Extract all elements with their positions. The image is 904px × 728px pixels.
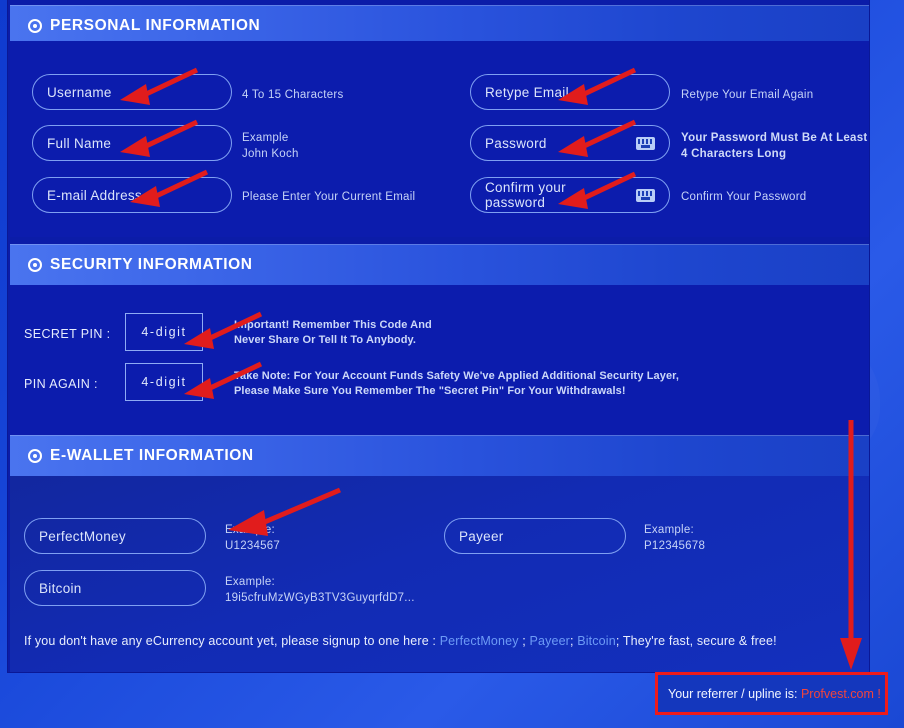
hint-line: Retype Your Email Again [681,89,814,101]
hint-line: 4 Characters Long [681,148,787,160]
payeer-hint: Example: P12345678 [644,522,705,554]
section-body-personal: Username 4 To 15 Characters Full Name Ex… [10,41,869,237]
section-title: SECURITY INFORMATION [50,256,253,273]
bitcoin-link[interactable]: Bitcoin [577,634,616,648]
fullname-input[interactable]: Full Name [32,125,232,161]
confirm-password-placeholder: Confirm your password [485,180,566,210]
hint-line: 4 To 15 Characters [242,89,344,101]
signup-page: PERSONAL INFORMATION Username 4 To 15 Ch… [0,0,904,728]
perfectmoney-link[interactable]: PerfectMoney [440,634,519,648]
circle-dot-icon [28,258,42,272]
hint-line: Example: [225,576,275,588]
bitcoin-hint: Example: 19i5cfruMzWGyB3TV3GuyqrfdD7... [225,574,415,606]
referrer-prefix: Your referrer / upline is: [668,686,801,701]
retype-email-input[interactable]: Retype Email [470,74,670,110]
note-line: Never Share Or Tell It To Anybody. [234,334,417,346]
secret-pin-label: SECRET PIN : [24,327,111,341]
circle-dot-icon [28,449,42,463]
hint-line: P12345678 [644,540,706,552]
password-placeholder: Password [485,135,547,151]
perfectmoney-placeholder: PerfectMoney [39,528,126,544]
secret-pin-input[interactable]: 4-digit [125,313,203,351]
hint-line: Confirm Your Password [681,191,807,203]
hint-line: Example: [644,524,694,536]
section-header-security: SECURITY INFORMATION [10,244,869,285]
fullname-hint: Example John Koch [242,130,299,162]
password-input[interactable]: Password [470,125,670,161]
hint-line: John Koch [242,148,299,160]
username-hint: 4 To 15 Characters [242,87,343,103]
email-input[interactable]: E-mail Address [32,177,232,213]
hint-line: Please Enter Your Current Email [242,191,416,203]
note-line: Take Note: For Your Account Funds Safety… [234,370,680,382]
note-line: Important! Remember This Code And [234,319,432,331]
referrer-text: Your referrer / upline is: Profvest.com … [668,687,881,701]
footer-text-before: If you don't have any eCurrency account … [24,634,440,648]
pin-again-label: PIN AGAIN : [24,377,98,391]
section-title: PERSONAL INFORMATION [50,17,261,34]
bitcoin-placeholder: Bitcoin [39,580,82,596]
bitcoin-input[interactable]: Bitcoin [24,570,206,606]
username-input[interactable]: Username [32,74,232,110]
pin-again-note: Take Note: For Your Account Funds Safety… [234,369,679,399]
virtual-keyboard-icon[interactable] [636,188,655,202]
email-hint: Please Enter Your Current Email [242,189,415,205]
username-placeholder: Username [47,84,112,100]
referrer-callout: Your referrer / upline is: Profvest.com … [655,672,888,715]
retype-email-placeholder: Retype Email [485,84,569,100]
confirm-password-hint: Confirm Your Password [681,189,806,205]
retype-email-hint: Retype Your Email Again [681,87,813,103]
registration-form-panel: PERSONAL INFORMATION Username 4 To 15 Ch… [8,0,869,672]
section-body-wallet: PerfectMoney Example: U1234567 Bitcoin E… [10,476,869,672]
perfectmoney-hint: Example: U1234567 [225,522,280,554]
pin-again-placeholder: 4-digit [141,375,187,389]
pin-again-input[interactable]: 4-digit [125,363,203,401]
fullname-placeholder: Full Name [47,135,112,151]
footer-sep: ; [615,634,623,648]
payeer-link[interactable]: Payeer [529,634,570,648]
circle-dot-icon [28,19,42,33]
payeer-placeholder: Payeer [459,528,504,544]
payeer-input[interactable]: Payeer [444,518,626,554]
password-hint: Your Password Must Be At Least 4 Charact… [681,130,867,162]
note-line: Please Make Sure You Remember The "Secre… [234,385,626,397]
hint-line: Example [242,132,289,144]
ecurrency-signup-note: If you don't have any eCurrency account … [24,634,777,648]
footer-text-after: They're fast, secure & free! [622,634,777,648]
referrer-name: Profvest.com ! [800,686,881,701]
email-placeholder: E-mail Address [47,187,142,203]
virtual-keyboard-icon[interactable] [636,136,655,150]
confirm-password-input[interactable]: Confirm your password [470,177,670,213]
hint-line: U1234567 [225,540,281,552]
secret-pin-note: Important! Remember This Code And Never … [234,318,432,348]
section-title: E-WALLET INFORMATION [50,447,254,464]
footer-sep: ; [518,634,530,648]
hint-line: Example: [225,524,275,536]
hint-line: Your Password Must Be At Least [681,132,868,144]
section-body-security: SECRET PIN : 4-digit Important! Remember… [10,285,869,436]
section-header-personal: PERSONAL INFORMATION [10,5,869,46]
secret-pin-placeholder: 4-digit [141,325,187,339]
perfectmoney-input[interactable]: PerfectMoney [24,518,206,554]
hint-line: 19i5cfruMzWGyB3TV3GuyqrfdD7... [225,592,415,604]
section-header-wallet: E-WALLET INFORMATION [10,435,869,476]
